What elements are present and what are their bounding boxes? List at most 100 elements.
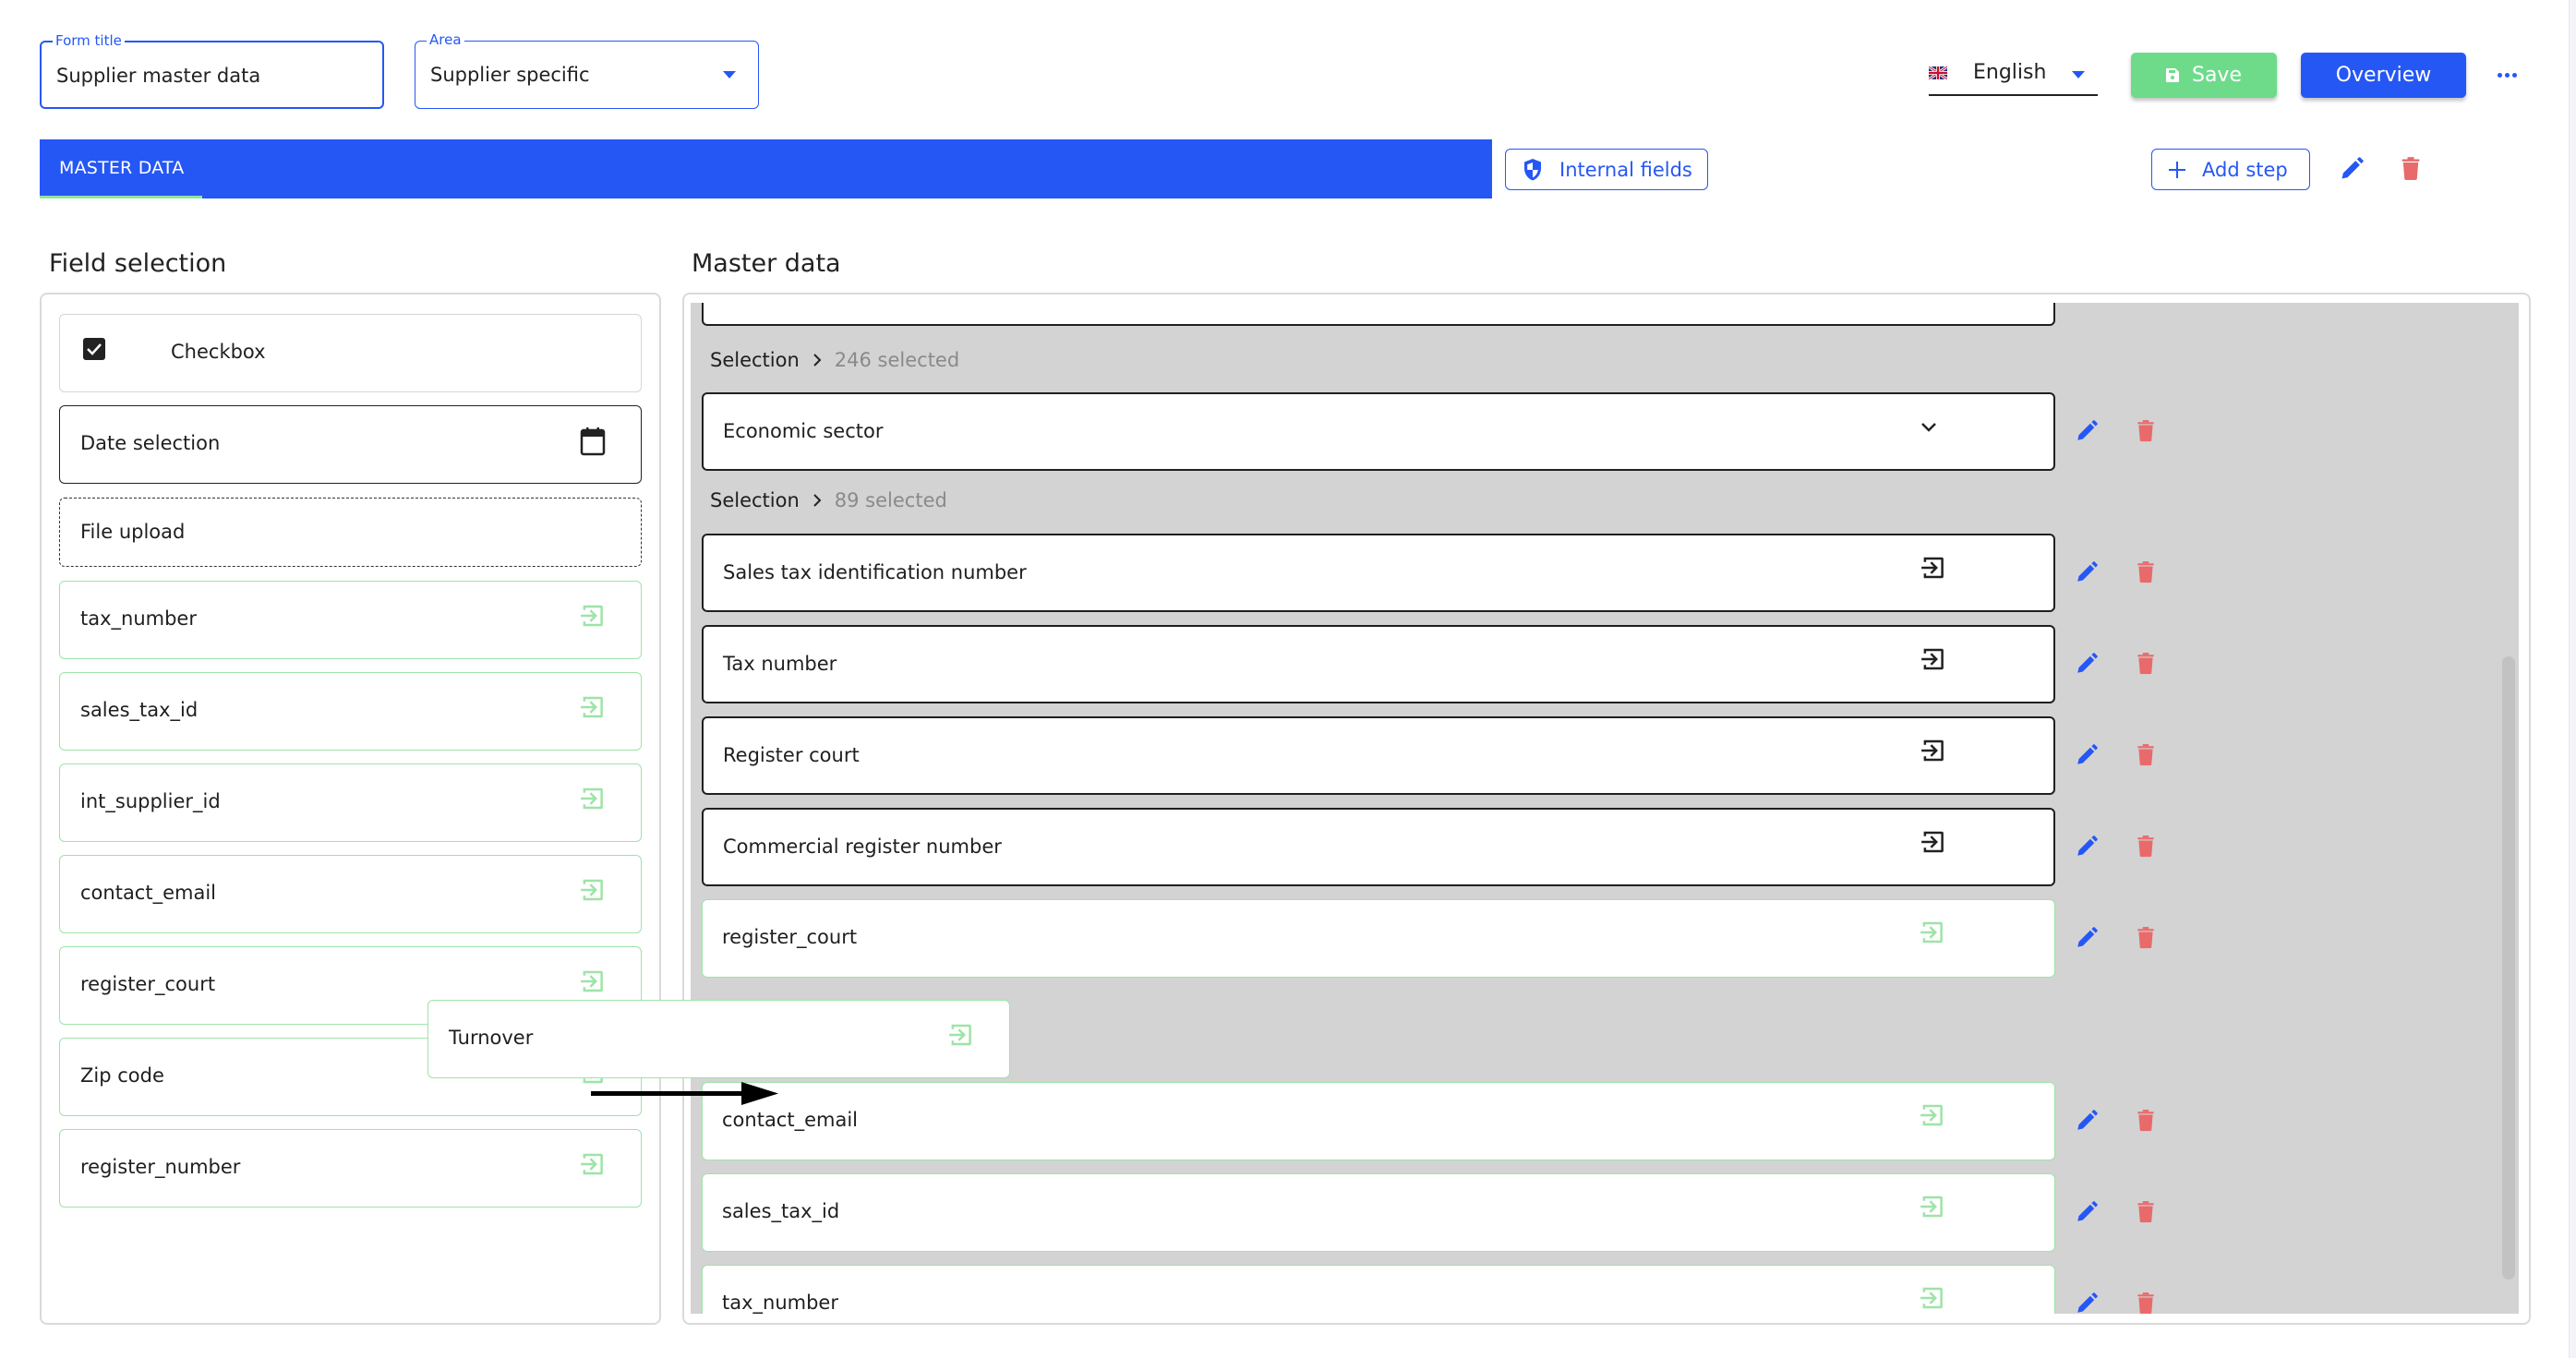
edit-field-button[interactable] <box>2071 415 2102 447</box>
input-field-icon <box>1919 645 1946 673</box>
pencil-icon <box>2075 1200 2099 1224</box>
field-item-label: register_court <box>80 973 216 995</box>
field-item-register-number[interactable]: register_number <box>59 1129 642 1208</box>
master-field-tax-number-internal[interactable]: tax_number <box>702 1265 2055 1314</box>
input-field-icon <box>578 876 606 904</box>
form-title-label: Form title <box>53 32 125 49</box>
master-field-register-court-internal[interactable]: register_court <box>702 899 2055 978</box>
selection-link[interactable]: Selection <box>710 489 800 511</box>
input-field-icon <box>1919 828 1946 856</box>
selection-link[interactable]: Selection <box>710 349 800 371</box>
field-item-label: Date selection <box>80 432 221 454</box>
overview-button[interactable]: Overview <box>2301 53 2466 98</box>
selection-count: 89 selected <box>834 489 947 511</box>
field-item-label: File upload <box>80 521 186 543</box>
form-title-value: Supplier master data <box>56 65 261 87</box>
delete-field-button[interactable] <box>2130 1288 2161 1314</box>
delete-field-button[interactable] <box>2130 831 2161 862</box>
pencil-icon <box>2339 156 2365 182</box>
chevron-right-icon <box>813 494 822 507</box>
field-item-date-selection[interactable]: Date selection <box>59 405 642 484</box>
add-step-button[interactable]: Add step <box>2151 149 2310 190</box>
master-field-sales-tax-identification-number[interactable]: Sales tax identification number <box>702 534 2055 612</box>
edit-field-button[interactable] <box>2071 922 2102 954</box>
internal-fields-button[interactable]: Internal fields <box>1505 149 1708 190</box>
form-title-field[interactable]: Form title Supplier master data <box>40 32 384 109</box>
selection-summary: Selection 246 selected <box>710 349 959 371</box>
delete-field-button[interactable] <box>2130 557 2161 588</box>
overview-label: Overview <box>2335 64 2432 87</box>
master-field-label: register_court <box>722 926 858 948</box>
trash-icon <box>2134 835 2158 859</box>
edit-field-button[interactable] <box>2071 1105 2102 1136</box>
page-scrollbar-track[interactable] <box>2569 0 2576 1358</box>
delete-field-button[interactable] <box>2130 1105 2161 1136</box>
pencil-icon <box>2075 1292 2099 1314</box>
pencil-icon <box>2075 419 2099 443</box>
master-field-label: Sales tax identification number <box>723 561 1027 583</box>
input-field-icon <box>1918 919 1945 946</box>
master-field-label: Commercial register number <box>723 835 1002 858</box>
step-tab-bar: MASTER DATA <box>40 139 1492 198</box>
add-step-label: Add step <box>2202 158 2288 181</box>
master-field-contact-email[interactable]: contact_email <box>702 1082 2055 1160</box>
edit-field-button[interactable] <box>2071 1196 2102 1228</box>
field-selection-title: Field selection <box>49 249 227 278</box>
delete-step-button[interactable] <box>2395 153 2426 185</box>
master-field-label: Economic sector <box>723 420 884 442</box>
drag-direction-arrow-icon <box>591 1082 778 1105</box>
edit-field-button[interactable] <box>2071 648 2102 679</box>
field-item-label: contact_email <box>80 882 216 904</box>
master-field-commercial-register-number[interactable]: Commercial register number <box>702 808 2055 886</box>
edit-step-button[interactable] <box>2336 153 2367 185</box>
input-field-icon <box>578 602 606 630</box>
master-field-register-court[interactable]: Register court <box>702 716 2055 795</box>
edit-field-button[interactable] <box>2071 1288 2102 1314</box>
field-item-label: int_supplier_id <box>80 790 221 812</box>
dragging-field-label: Turnover <box>449 1027 534 1049</box>
calendar-icon <box>580 427 606 456</box>
field-item-contact-email[interactable]: contact_email <box>59 855 642 933</box>
input-field-icon <box>1918 1193 1945 1220</box>
field-item-label: Zip code <box>80 1064 164 1087</box>
language-select[interactable]: English <box>1929 54 2098 96</box>
edit-field-button[interactable] <box>2071 557 2102 588</box>
field-item-tax-number[interactable]: tax_number <box>59 581 642 659</box>
delete-field-button[interactable] <box>2130 922 2161 954</box>
pencil-icon <box>2075 652 2099 676</box>
tab-master-data[interactable]: MASTER DATA <box>40 139 202 198</box>
delete-field-button[interactable] <box>2130 415 2161 447</box>
input-field-icon <box>578 785 606 812</box>
dragging-field-turnover[interactable]: Turnover <box>427 1000 1010 1078</box>
field-item-int-supplier-id[interactable]: int_supplier_id <box>59 763 642 842</box>
save-label: Save <box>2191 64 2242 87</box>
field-item-label: sales_tax_id <box>80 699 199 721</box>
master-field-tax-number[interactable]: Tax number <box>702 625 2055 703</box>
plus-icon <box>2169 161 2185 178</box>
trash-icon <box>2398 156 2424 182</box>
field-item-file-upload[interactable]: File upload <box>59 498 642 567</box>
more-dot <box>2511 72 2517 78</box>
more-horizontal-icon <box>2497 72 2502 78</box>
trash-icon <box>2134 419 2158 443</box>
master-field-economic-sector[interactable]: Economic sector <box>702 392 2055 471</box>
area-label: Area <box>427 31 464 48</box>
area-select[interactable]: Area Supplier specific <box>415 31 759 109</box>
master-field-sales-tax-id[interactable]: sales_tax_id <box>702 1173 2055 1252</box>
field-item-sales-tax-id[interactable]: sales_tax_id <box>59 672 642 751</box>
trash-icon <box>2134 743 2158 767</box>
pencil-icon <box>2075 743 2099 767</box>
edit-field-button[interactable] <box>2071 739 2102 771</box>
delete-field-button[interactable] <box>2130 739 2161 771</box>
field-item-label: Checkbox <box>171 341 266 363</box>
save-button[interactable]: Save <box>2131 53 2277 98</box>
more-options-button[interactable] <box>2493 61 2521 89</box>
edit-field-button[interactable] <box>2071 831 2102 862</box>
delete-field-button[interactable] <box>2130 648 2161 679</box>
input-field-icon <box>578 1150 606 1178</box>
pencil-icon <box>2075 926 2099 950</box>
delete-field-button[interactable] <box>2130 1196 2161 1228</box>
master-field-partial[interactable] <box>702 303 2055 326</box>
master-data-scrollbar[interactable] <box>2502 656 2515 1280</box>
field-item-checkbox[interactable]: Checkbox <box>59 314 642 392</box>
